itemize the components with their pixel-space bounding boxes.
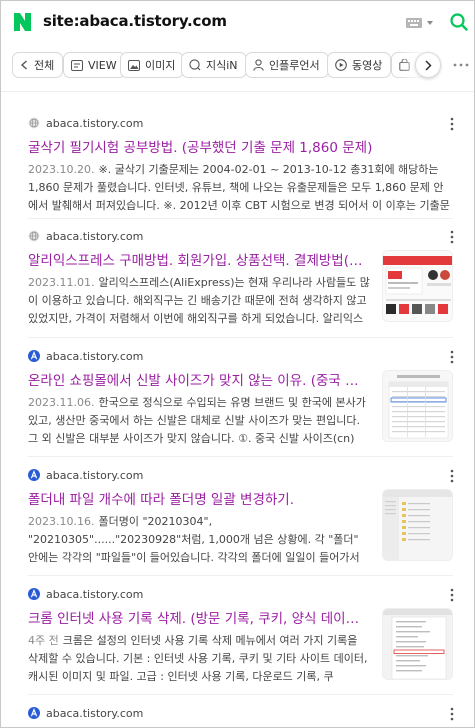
result-site[interactable]: abaca.tistory.com [28,466,143,484]
tabs-next-button[interactable] [415,52,441,78]
play-icon [335,59,347,71]
result-separator [28,337,453,338]
tab-label: 인플루언서 [269,59,320,72]
result-snippet: 2023.10.20. ※. 굴삭기 기출문제는 2004-02-01 ~ 201… [28,161,453,215]
more-vertical-icon[interactable] [450,588,454,602]
qa-icon [189,59,201,71]
result-site[interactable]: abaca.tistory.com [28,227,143,245]
tab-label: 동영상 [352,59,383,72]
search-result: abaca.tistory.com 폴더내 파일 개수에 따라 폴더명 일괄 변… [1,466,474,566]
tab-label: 이미지 [145,59,176,72]
result-title[interactable]: 크롬 인터넷 사용 기록 삭제. (방문 기록, 쿠키, 양식 데이터 자동완성… [28,607,370,627]
result-title[interactable]: 굴삭기 필기시험 공부방법. (공부했던 기출 문제 1,860 문제) [28,136,453,156]
image-icon [128,59,140,71]
more-vertical-icon[interactable] [450,707,454,721]
result-site-name: abaca.tistory.com [46,349,144,363]
result-snippet: 2023.11.01. 알리익스프레스(AliExpress)는 현재 우리나라 … [28,274,370,346]
result-thumbnail[interactable] [382,489,453,561]
search-tabs: 전체 VIEW 이미지 지식iN 인플루언서 동영상 [1,49,474,81]
chevron-left-icon [20,60,27,70]
result-site[interactable]: abaca.tistory.com [28,347,143,365]
tab-video[interactable]: 동영상 [327,52,392,78]
chevron-right-icon [425,59,432,71]
person-icon [253,59,264,71]
folder-list-thumbnail [383,490,452,560]
result-date: 2023.10.20. [28,163,95,176]
result-site[interactable]: abaca.tistory.com [28,114,143,132]
more-horizontal-icon[interactable] [453,62,469,68]
search-result: abaca.tistory.com 온라인 쇼핑몰에서 신발 사이즈가 맞지 않… [1,347,474,447]
result-site-name: abaca.tistory.com [46,706,144,720]
tab-influencer[interactable]: 인플루언서 [245,52,329,78]
search-result: abaca.tistory.com 알리익스프레스 구매방법. 회원가입. 상품… [1,227,474,327]
more-vertical-icon[interactable] [450,469,454,483]
result-thumbnail[interactable] [382,250,453,322]
tab-kin[interactable]: 지식iN [181,52,247,78]
tab-label: VIEW [88,58,117,72]
naver-logo-icon[interactable] [14,13,31,31]
a-icon [28,350,40,362]
result-date: 4주 전 [28,634,59,647]
globe-icon [28,117,40,129]
result-snippet: 2023.10.16. 폴더명이 "20210304", "20210305"..… [28,513,370,567]
search-icon[interactable] [450,13,468,31]
globe-icon [28,230,40,242]
more-vertical-icon[interactable] [450,350,454,364]
tab-all[interactable]: 전체 [12,52,64,78]
result-site-name: abaca.tistory.com [46,587,144,601]
result-thumbnail[interactable] [382,370,453,442]
a-icon [28,707,40,719]
result-date: 2023.10.16. [28,515,95,528]
view-icon [71,59,83,71]
more-vertical-icon[interactable] [450,117,454,131]
more-vertical-icon[interactable] [450,230,454,244]
result-site-name: abaca.tistory.com [46,229,144,243]
result-thumbnail[interactable] [382,608,453,680]
result-separator [28,456,453,457]
tab-view[interactable]: VIEW [63,52,126,78]
search-header: site:abaca.tistory.com [1,1,474,45]
result-date: 2023.11.01. [28,276,95,289]
search-result: abaca.tistory.com [1,704,474,727]
tab-label: 전체 [34,59,55,72]
aliexpress-screenshot-thumbnail [383,251,452,321]
result-snippet: 2023.11.06. 한국으로 정식으로 수입되는 유명 브랜드 및 한국에 본… [28,394,370,448]
result-snippet-text: 크롬은 설정의 인터넷 사용 기록 삭제 메뉴에서 여러 가지 기록을 삭제할 … [28,634,368,683]
tab-image[interactable]: 이미지 [120,52,185,78]
search-result: abaca.tistory.com 크롬 인터넷 사용 기록 삭제. (방문 기… [1,585,474,685]
a-icon [28,588,40,600]
browser-frame: site:abaca.tistory.com 전체 VIEW 이미지 지식iN … [0,0,475,728]
tabs-divider [1,91,474,92]
result-site-name: abaca.tistory.com [46,468,144,482]
result-separator [28,575,453,576]
size-table-thumbnail [383,371,452,441]
search-query[interactable]: site:abaca.tistory.com [43,12,227,30]
a-icon [28,469,40,481]
result-date: 2023.11.06. [28,396,95,409]
result-site[interactable]: abaca.tistory.com [28,585,143,603]
keyboard-dropdown-icon[interactable] [427,21,433,25]
chrome-menu-thumbnail [383,609,452,679]
result-site[interactable]: abaca.tistory.com [28,704,143,722]
result-site-name: abaca.tistory.com [46,116,144,130]
result-separator [28,218,453,219]
tab-label: 지식iN [206,59,238,72]
keyboard-icon[interactable] [406,18,422,28]
result-title[interactable]: 알리익스프레스 구매방법. 회원가입. 상품선택. 결제방법(카카오페이) [28,249,370,269]
result-snippet: 4주 전 크롬은 설정의 인터넷 사용 기록 삭제 메뉴에서 여러 가지 기록을 … [28,632,370,686]
result-title[interactable]: 폴더내 파일 개수에 따라 폴더명 일괄 변경하기. [28,488,370,508]
result-title[interactable]: 온라인 쇼핑몰에서 신발 사이즈가 맞지 않는 이유. (중국 신발사이즈) [28,369,370,389]
result-separator [28,694,453,695]
search-result: abaca.tistory.com 굴삭기 필기시험 공부방법. (공부했던 기… [1,114,474,214]
